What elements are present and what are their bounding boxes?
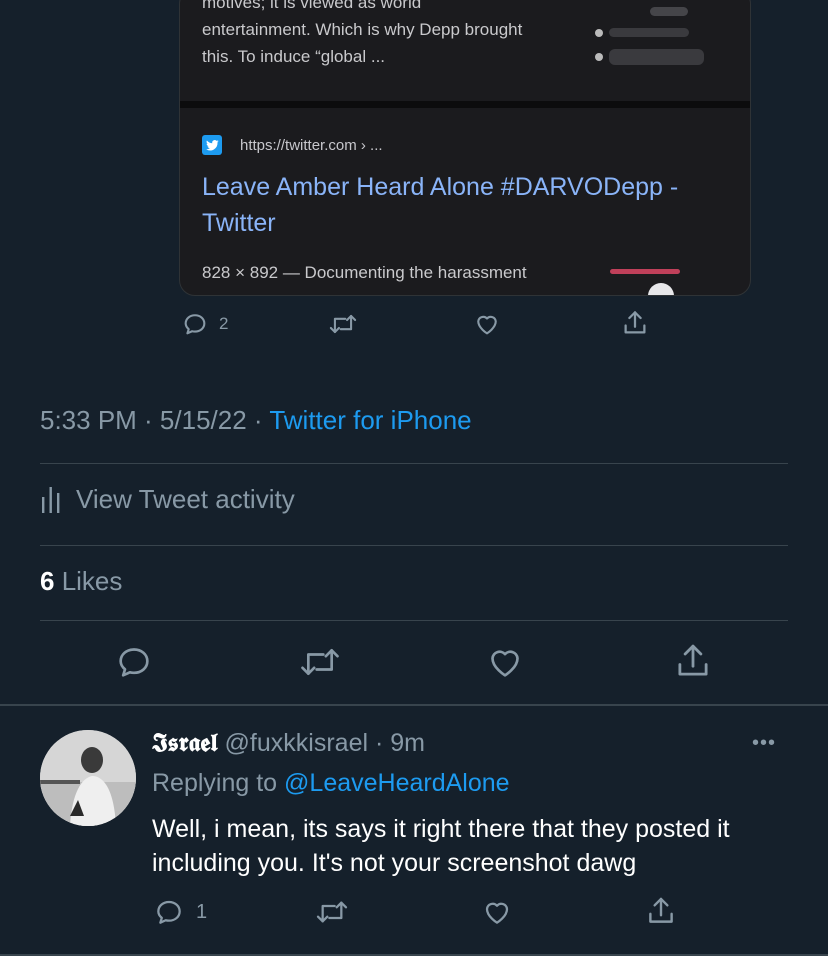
thumb-bubble <box>609 49 704 65</box>
share-button[interactable] <box>672 640 714 682</box>
reply-retweet-button[interactable] <box>314 896 350 928</box>
thumb-orb <box>648 283 674 295</box>
bar-chart-icon <box>40 483 62 515</box>
divider <box>40 545 788 546</box>
like-icon <box>484 642 526 682</box>
quoted-retweet-button[interactable] <box>328 310 358 338</box>
reply-button[interactable] <box>114 642 154 682</box>
reply-text: Well, i mean, its says it right there th… <box>152 815 730 877</box>
retweet-icon <box>328 310 358 338</box>
divider <box>40 620 788 621</box>
retweet-button[interactable] <box>298 642 342 682</box>
like-button[interactable] <box>484 642 526 682</box>
reply-header: 𝕴𝖘𝖗𝖆𝖊𝖑 @fuxkkisrael · 9m <box>152 726 425 760</box>
replying-handle-link[interactable]: @LeaveHeardAlone <box>284 769 510 797</box>
like-icon <box>472 310 502 338</box>
reply-share-button[interactable] <box>644 894 678 928</box>
embedded-search-card[interactable]: motives; it is viewed as world entertain… <box>179 0 751 296</box>
divider <box>40 463 788 464</box>
result-url[interactable]: https://twitter.com › ... <box>240 137 383 154</box>
view-activity-button[interactable]: View Tweet activity <box>40 483 295 515</box>
retweet-icon <box>314 896 350 928</box>
like-icon <box>480 896 514 928</box>
more-icon[interactable]: ••• <box>752 732 776 755</box>
quoted-reply-button[interactable]: 2 <box>181 310 228 338</box>
snippet-line: this. To induce “global ... <box>202 47 386 66</box>
replying-to: Replying to @LeaveHeardAlone <box>152 766 510 800</box>
activity-label: View Tweet activity <box>76 483 295 514</box>
display-name[interactable]: 𝕴𝖘𝖗𝖆𝖊𝖑 <box>152 728 218 757</box>
result-dims: 828 × 892 — Documenting the harassment <box>202 263 527 282</box>
replying-prefix: Replying to <box>152 769 285 797</box>
thumb-bubble <box>609 28 689 37</box>
client-link[interactable]: Twitter for iPhone <box>269 405 471 435</box>
thumb-decoration <box>610 269 680 274</box>
avatar[interactable] <box>40 730 136 826</box>
reply-icon <box>152 896 186 928</box>
result-snippet: motives; it is viewed as world entertain… <box>202 0 592 70</box>
result-title-link[interactable]: Leave Amber Heard Alone #DARVODepp - Twi… <box>202 169 732 241</box>
chat-thumbnail <box>595 0 725 69</box>
reply-count: 2 <box>219 314 229 333</box>
share-icon <box>620 308 650 338</box>
tweet-timestamp: 5:33 PM · 5/15/22 · Twitter for iPhone <box>40 405 472 436</box>
share-icon <box>644 894 678 928</box>
likes-label: Likes <box>54 566 123 596</box>
quoted-like-button[interactable] <box>472 310 502 338</box>
reply-reply-button[interactable]: 1 <box>152 896 207 928</box>
reply-icon <box>114 642 154 682</box>
section-separator <box>0 704 828 706</box>
reply-like-button[interactable] <box>480 896 514 928</box>
snippet-line: motives; it is viewed as world <box>202 0 422 12</box>
likes-count[interactable]: 6 Likes <box>40 566 122 597</box>
reply-icon <box>181 310 209 338</box>
thumb-bubble <box>650 7 688 16</box>
snippet-line: entertainment. Which is why Depp brought <box>202 20 523 39</box>
retweet-icon <box>298 642 342 682</box>
thumb-avatar-dot <box>595 53 603 61</box>
share-icon <box>672 640 714 682</box>
time-date: 5:33 PM · 5/15/22 · <box>40 405 270 435</box>
thumb-avatar-dot <box>595 29 603 37</box>
twitter-icon <box>202 135 222 155</box>
reply-count: 1 <box>196 900 208 923</box>
quoted-share-button[interactable] <box>620 308 650 338</box>
card-separator <box>180 101 750 108</box>
handle-time: @fuxkkisrael · 9m <box>217 729 425 757</box>
likes-number: 6 <box>40 566 55 596</box>
